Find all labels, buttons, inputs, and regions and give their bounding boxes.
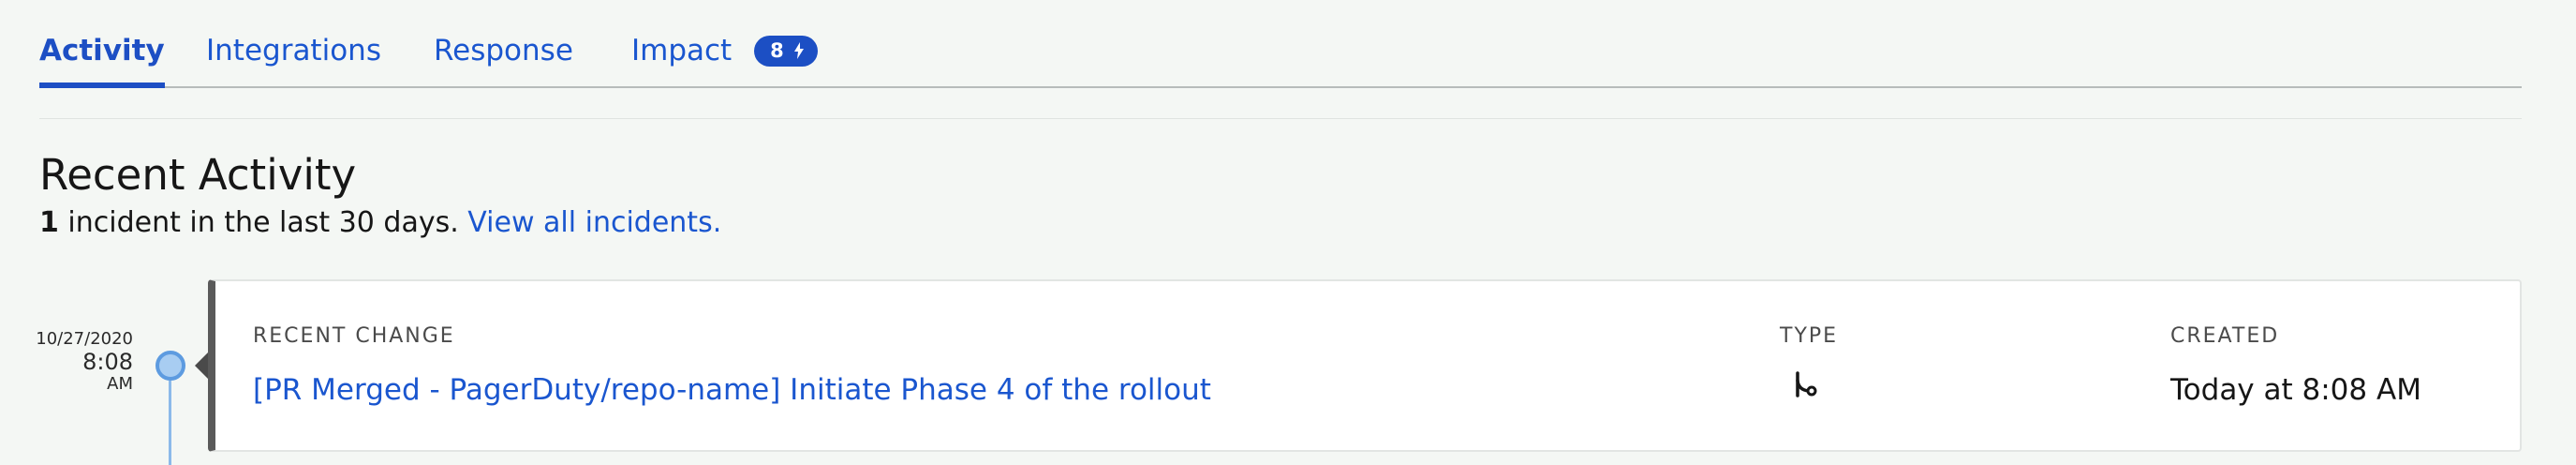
timeline-timestamp: 10/27/2020 8:08 AM (28, 329, 133, 395)
section-divider (39, 118, 2522, 119)
timeline-time: 8:08 (82, 348, 133, 375)
lightning-icon (794, 42, 805, 59)
impact-count: 8 (770, 39, 784, 62)
created-value: Today at 8:08 AM (2170, 373, 2421, 407)
tab-integrations[interactable]: Integrations (206, 34, 381, 88)
tab-response[interactable]: Response (434, 34, 573, 88)
impact-count-badge: 8 (754, 36, 819, 67)
section-title: Recent Activity (39, 150, 357, 200)
tab-activity[interactable]: Activity (39, 34, 165, 88)
tab-bar: Activity Integrations Response Impact 8 (39, 0, 2522, 88)
timeline-dot (155, 351, 185, 381)
git-merge-icon (1796, 371, 1817, 398)
incident-summary: 1 incident in the last 30 days. View all… (39, 206, 721, 239)
timeline-ampm: AM (107, 374, 133, 395)
created-header: Created (2170, 324, 2280, 348)
incident-count: 1 (39, 206, 59, 239)
incident-summary-text: incident in the last 30 days. (58, 206, 468, 239)
tab-activity-label: Activity (39, 34, 165, 68)
tab-impact-label: Impact (631, 34, 733, 68)
tab-impact[interactable]: Impact 8 (631, 34, 819, 88)
recent-change-card: Recent Change Type Created [PR Merged - … (208, 279, 2522, 452)
timeline-date: 10/27/2020 (36, 329, 133, 349)
view-all-incidents-link[interactable]: View all incidents. (467, 206, 721, 239)
type-header: Type (1780, 324, 1839, 348)
timeline-line (169, 381, 171, 465)
tab-response-label: Response (434, 34, 573, 68)
recent-change-header: Recent Change (253, 324, 455, 348)
recent-change-link[interactable]: [PR Merged - PagerDuty/repo-name] Initia… (253, 373, 1211, 407)
tab-integrations-label: Integrations (206, 34, 381, 68)
